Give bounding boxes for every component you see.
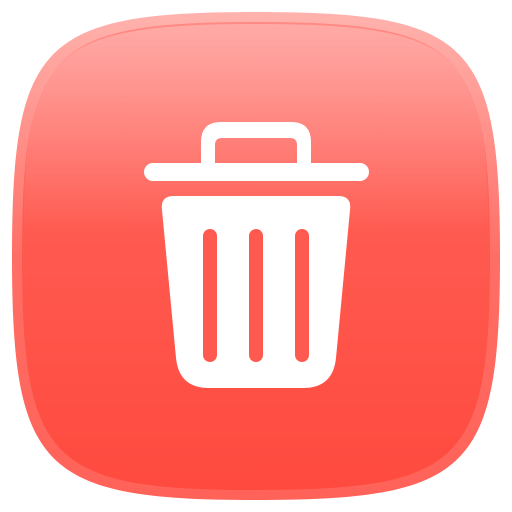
trash-lid	[144, 163, 369, 181]
trash-slot	[203, 229, 217, 362]
trash-app-icon[interactable]	[0, 0, 512, 512]
icon-canvas	[0, 0, 512, 512]
trash-slot	[249, 229, 263, 362]
trash-slot	[295, 229, 309, 362]
